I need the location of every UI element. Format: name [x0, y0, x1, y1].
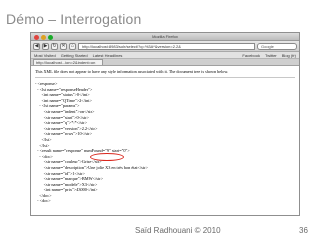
xml-line[interactable]: - <doc>	[35, 198, 295, 204]
numfound-highlight-circle	[90, 153, 124, 161]
navigation-toolbar: ◀ ▶ ↻ ✕ ⌂ http://localhost:8983/solr/sel…	[31, 41, 299, 52]
bookmark-getting-started[interactable]: Getting Started	[61, 53, 88, 58]
slide-title: Démo – Interrogation	[6, 11, 142, 27]
bookmark-facebook[interactable]: Facebook	[242, 53, 260, 58]
reload-icon[interactable]: ↻	[51, 42, 58, 50]
xml-tree: - <response> - <lst name="responseHeader…	[35, 81, 295, 204]
bookmark-most-visited[interactable]: Most Visited	[34, 53, 56, 58]
tab-bar: http://localhost...ion=2&indent=on	[31, 59, 299, 66]
slide-footer-author: Saïd Radhouani © 2010	[135, 226, 221, 235]
bookmarks-toolbar: Most Visited Getting Started Latest Head…	[31, 52, 299, 59]
window-title: Mozilla Firefox	[152, 34, 178, 39]
page-content: This XML file does not appear to have an…	[31, 66, 299, 207]
address-bar[interactable]: http://localhost:8983/solr/select/?q=%3A…	[78, 42, 255, 50]
browser-window: Mozilla Firefox ◀ ▶ ↻ ✕ ⌂ http://localho…	[30, 32, 300, 216]
tab-active[interactable]: http://localhost...ion=2&indent=on	[33, 59, 103, 65]
bookmark-blog[interactable]: Blog (fr)	[282, 53, 296, 58]
stop-icon[interactable]: ✕	[60, 42, 67, 50]
home-icon[interactable]: ⌂	[69, 42, 76, 50]
bookmark-latest-headlines[interactable]: Latest Headlines	[93, 53, 123, 58]
search-input[interactable]: Google	[257, 42, 297, 50]
slide-page-number: 36	[299, 226, 308, 235]
xml-notice: This XML file does not appear to have an…	[35, 69, 229, 74]
forward-arrow-icon[interactable]: ▶	[42, 42, 49, 50]
window-titlebar: Mozilla Firefox	[31, 33, 299, 41]
back-arrow-icon[interactable]: ◀	[33, 42, 40, 50]
bookmark-twitter[interactable]: Twitter	[265, 53, 277, 58]
divider	[35, 77, 295, 78]
